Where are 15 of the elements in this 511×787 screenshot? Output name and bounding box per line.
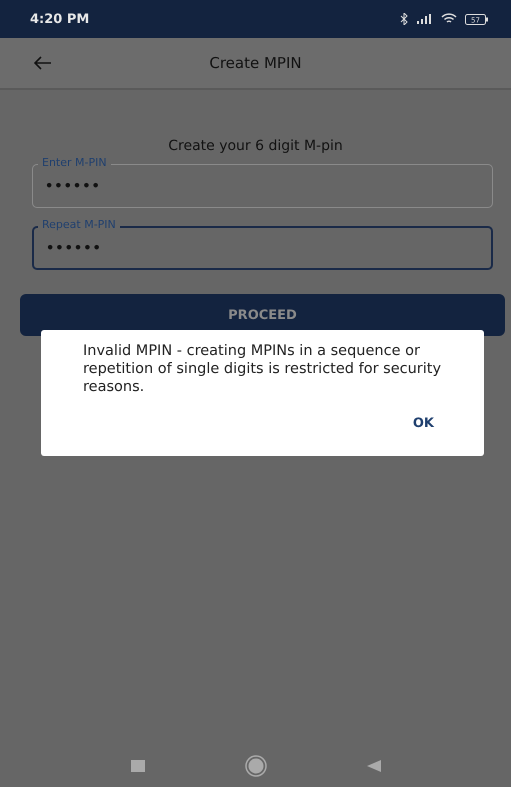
field-label: Repeat M-PIN — [38, 218, 120, 232]
ok-button[interactable]: OK — [408, 412, 438, 435]
back-nav-icon[interactable] — [366, 760, 380, 772]
bluetooth-icon — [399, 13, 409, 25]
signal-icon — [417, 14, 433, 24]
status-time: 4:20 PM — [30, 12, 90, 26]
screen-title: Create MPIN — [208, 54, 303, 72]
back-arrow-icon[interactable] — [34, 56, 52, 70]
field-value: •••••• — [45, 178, 101, 194]
field-value: •••••• — [46, 240, 102, 256]
square-nav-icon[interactable] — [130, 760, 144, 772]
dialog-message: Invalid MPIN - creating MPINs in a sequence or repetition of single digits is restricted for security reasons. — [83, 342, 442, 396]
home-nav-icon[interactable] — [244, 755, 266, 777]
wifi-icon — [441, 13, 457, 25]
form-heading: Create your 6 digit M-pin — [167, 138, 344, 154]
